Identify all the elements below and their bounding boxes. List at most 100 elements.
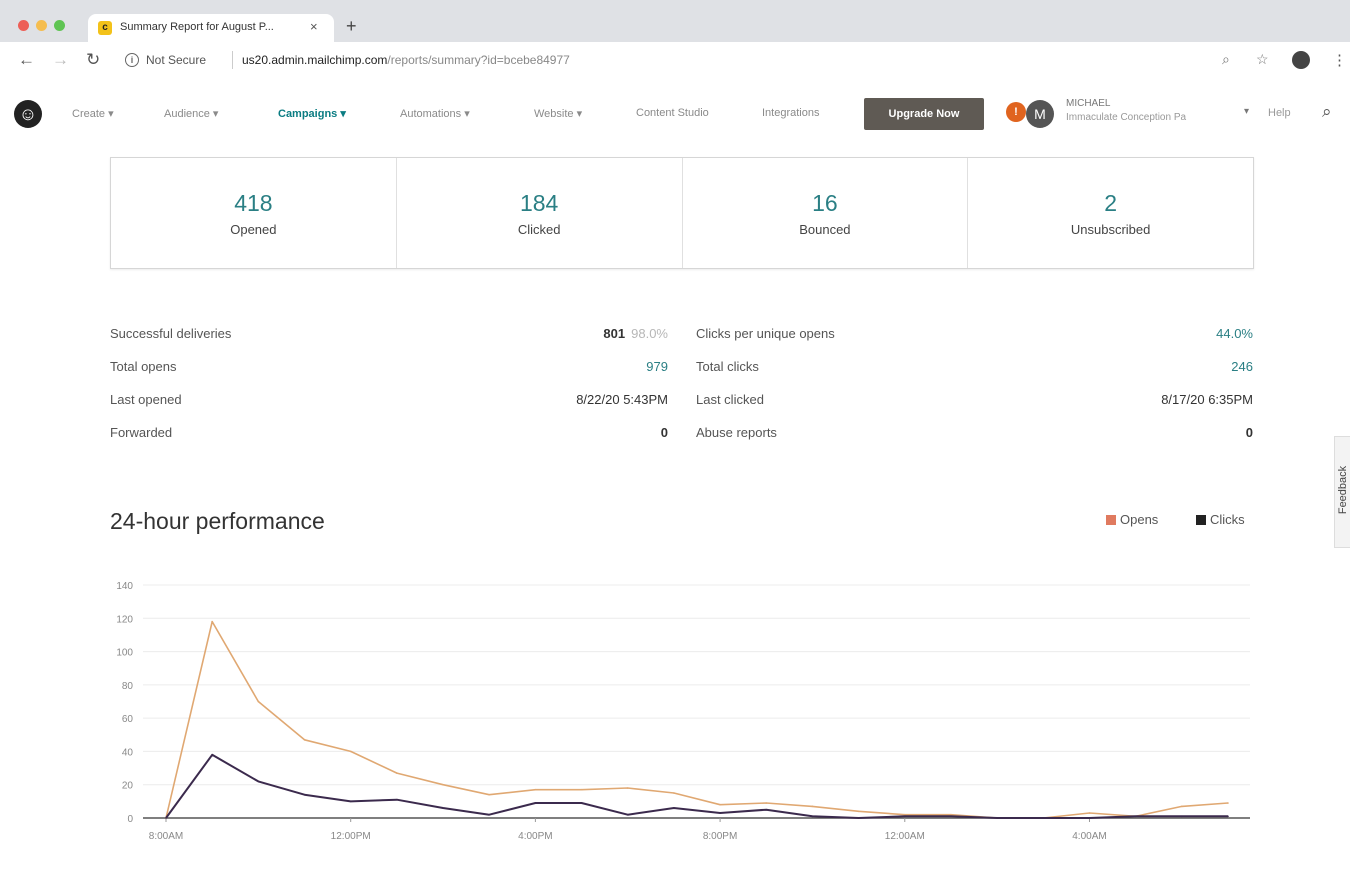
clicks-point — [442, 807, 444, 809]
stat-label: Unsubscribed — [1070, 222, 1151, 237]
clicks-point — [673, 807, 675, 809]
metric-row: Total opens 979 — [110, 359, 668, 379]
clicks-point — [165, 817, 167, 819]
minimize-window-button[interactable] — [36, 20, 47, 31]
clicks-point — [534, 802, 537, 804]
avatar[interactable]: M — [1026, 100, 1054, 128]
section-title: 24-hour performance — [110, 508, 325, 534]
forward-arrow-icon[interactable]: → — [52, 50, 69, 70]
y-tick-label: 100 — [116, 648, 133, 659]
search-icon[interactable]: ⌕ — [1322, 102, 1332, 122]
summary-stats: 418 Opened 184 Clicked 16 Bounced 2 Unsu… — [110, 157, 1254, 269]
reload-icon[interactable]: ↻ — [86, 50, 100, 70]
browser-profile-icon[interactable] — [1292, 51, 1310, 69]
opens-point — [257, 700, 260, 703]
clicks-point — [857, 817, 860, 819]
y-tick-label: 60 — [122, 714, 134, 725]
metric-label: Last clicked — [696, 392, 764, 407]
opens-point — [765, 802, 768, 804]
feedback-tab[interactable]: Feedback — [1334, 436, 1350, 548]
clicks-point — [257, 780, 260, 783]
metric-label: Last opened — [110, 392, 182, 407]
info-icon[interactable]: i — [125, 53, 139, 67]
opens-point — [903, 813, 906, 816]
x-tick-label: 4:00AM — [1072, 831, 1106, 842]
clicks-point — [903, 815, 906, 818]
legend-clicks[interactable]: Clicks — [1196, 512, 1245, 527]
opens-point — [165, 817, 167, 819]
y-tick-label: 20 — [122, 781, 134, 792]
mailchimp-logo-icon[interactable]: ☺ — [14, 100, 42, 128]
stat-label: Opened — [230, 222, 277, 237]
successful-deliveries-percent: 98.0% — [631, 326, 668, 341]
account-organization[interactable]: Immaculate Conception Pa — [1066, 112, 1186, 123]
nav-create[interactable]: Create ▾ — [72, 107, 114, 120]
clicks-point — [996, 817, 998, 819]
bookmark-star-icon[interactable]: ☆ — [1256, 51, 1269, 68]
nav-website[interactable]: Website ▾ — [534, 107, 582, 120]
url-field[interactable]: us20.admin.mailchimp.com/reports/summary… — [242, 53, 570, 67]
clicks-point — [580, 802, 583, 804]
opens-point — [626, 787, 629, 789]
upgrade-now-button[interactable]: Upgrade Now — [864, 98, 984, 130]
metric-label: Total opens — [110, 359, 177, 374]
nav-audience[interactable]: Audience ▾ — [164, 107, 218, 120]
nav-campaigns[interactable]: Campaigns ▾ — [278, 107, 346, 120]
clicks-point — [211, 753, 213, 756]
stat-opened: 418 Opened — [111, 158, 397, 268]
tab-close-icon[interactable]: × — [310, 19, 318, 34]
nav-integrations[interactable]: Integrations — [762, 107, 819, 119]
opens-point — [442, 783, 444, 786]
metric-label: Total clicks — [696, 359, 759, 374]
opens-point — [950, 813, 952, 816]
account-name[interactable]: MICHAEL — [1066, 98, 1110, 109]
clicks-point — [303, 793, 306, 796]
metric-label: Abuse reports — [696, 425, 777, 440]
security-label[interactable]: Not Secure — [146, 53, 206, 67]
browser-tab[interactable]: c Summary Report for August P... × — [88, 14, 334, 42]
legend-opens[interactable]: Opens — [1106, 512, 1158, 527]
account-chevron-down-icon[interactable]: ▾ — [1244, 106, 1249, 117]
notification-badge[interactable]: ! — [1006, 102, 1026, 122]
clicks-line — [165, 753, 1228, 819]
stat-unsubscribed: 2 Unsubscribed — [968, 158, 1253, 268]
maximize-window-button[interactable] — [54, 20, 65, 31]
clicks-point — [626, 813, 629, 816]
help-link[interactable]: Help — [1268, 107, 1291, 119]
stat-label: Clicked — [517, 222, 561, 237]
opens-line — [165, 620, 1229, 819]
browser-menu-icon[interactable]: ⋮ — [1332, 51, 1347, 69]
metric-label: Successful deliveries — [110, 326, 232, 341]
opens-point — [857, 810, 860, 813]
stat-value: 16 — [812, 190, 838, 216]
clicks-point — [950, 815, 952, 818]
y-tick-label: 140 — [116, 581, 133, 592]
new-tab-button[interactable]: + — [346, 16, 357, 37]
opens-point — [1181, 805, 1183, 808]
legend-label: Opens — [1120, 512, 1159, 527]
metric-label: Clicks per unique opens — [696, 326, 835, 341]
successful-deliveries-count: 801 — [603, 326, 626, 341]
opens-swatch-icon — [1106, 515, 1116, 525]
close-window-button[interactable] — [18, 20, 29, 31]
x-tick-label: 12:00AM — [885, 831, 925, 842]
clicks-point — [719, 812, 721, 814]
app-navigation: ☺ Create ▾ Audience ▾ Campaigns ▾ Automa… — [0, 82, 1350, 148]
stat-value: 184 — [519, 190, 559, 216]
opens-point — [719, 803, 721, 806]
nav-automations[interactable]: Automations ▾ — [400, 107, 470, 120]
opens-point — [1227, 802, 1229, 804]
opens-point — [1042, 817, 1045, 819]
clicks-point — [1088, 817, 1091, 819]
nav-content-studio[interactable]: Content Studio — [636, 107, 709, 119]
zoom-icon[interactable]: ⌕ — [1222, 51, 1230, 68]
y-tick-label: 80 — [122, 681, 134, 692]
metric-value: 8/17/20 6:35PM — [1161, 392, 1253, 407]
metric-value: 801 98.0% — [603, 326, 668, 341]
opens-point — [303, 738, 306, 741]
back-arrow-icon[interactable]: ← — [18, 50, 35, 70]
clicks-point — [1042, 817, 1045, 819]
opens-point — [211, 620, 213, 623]
x-tick-label: 8:00PM — [703, 831, 737, 842]
address-bar-row: ← → ↻ i Not Secure us20.admin.mailchimp.… — [0, 42, 1350, 83]
